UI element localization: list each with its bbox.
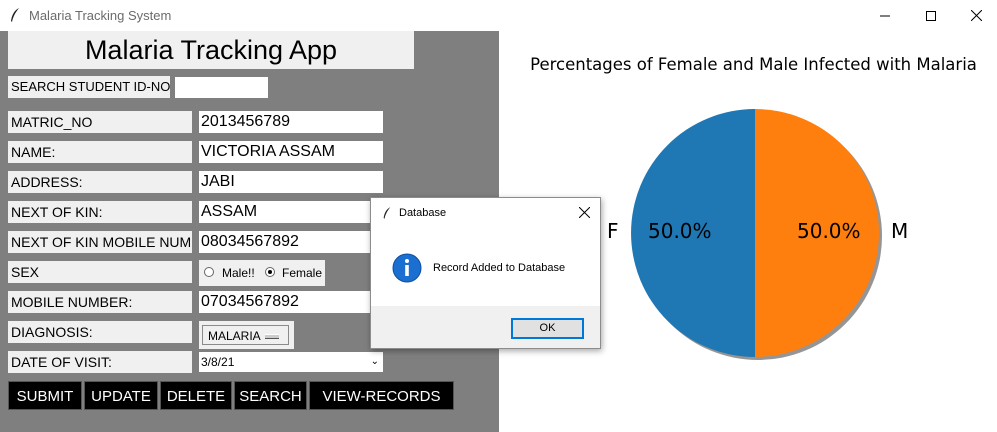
maximize-button[interactable] bbox=[908, 0, 954, 31]
dialog-footer: OK bbox=[371, 306, 600, 348]
minimize-button[interactable] bbox=[862, 0, 908, 31]
search-label: SEARCH STUDENT ID-NO bbox=[8, 76, 170, 98]
delete-button[interactable]: DELETE bbox=[160, 381, 232, 410]
male-radio-label: Male!! bbox=[222, 266, 255, 280]
option-menu-indicator-icon bbox=[265, 334, 279, 339]
female-radio[interactable] bbox=[265, 267, 275, 277]
submit-button[interactable]: SUBMIT bbox=[8, 381, 82, 410]
sex-radio-group: Male!! Female bbox=[199, 260, 325, 286]
date-value: 3/8/21 bbox=[201, 355, 235, 369]
pie-slice-label-m: 50.0% bbox=[797, 219, 861, 243]
diagnosis-value: MALARIA bbox=[208, 329, 261, 343]
address-input[interactable]: JABI bbox=[199, 171, 383, 193]
address-label: ADDRESS: bbox=[8, 171, 192, 193]
close-icon bbox=[578, 206, 590, 218]
pie-category-f: F bbox=[607, 219, 619, 243]
window-titlebar: Malaria Tracking System bbox=[0, 0, 997, 31]
diagnosis-dropdown[interactable]: MALARIA bbox=[202, 325, 289, 345]
next-of-kin-label: NEXT OF KIN: bbox=[8, 201, 192, 223]
search-button[interactable]: SEARCH bbox=[234, 381, 307, 410]
maximize-icon bbox=[926, 10, 936, 21]
view-records-button[interactable]: VIEW-RECORDS bbox=[309, 381, 454, 410]
dialog-title: Database bbox=[399, 207, 447, 219]
minimize-icon bbox=[880, 15, 890, 16]
date-label: DATE OF VISIT: bbox=[8, 351, 192, 373]
diagnosis-label: DIAGNOSIS: bbox=[8, 321, 192, 343]
mobile-label: MOBILE NUMBER: bbox=[8, 291, 192, 313]
sex-label: SEX bbox=[8, 261, 192, 283]
app-title: Malaria Tracking App bbox=[8, 31, 414, 69]
chevron-down-icon: ⌄ bbox=[370, 356, 379, 367]
info-icon bbox=[392, 253, 422, 283]
matric-label: MATRIC_NO bbox=[8, 111, 192, 133]
diagnosis-container: MALARIA bbox=[199, 321, 294, 349]
message-dialog: Database Record Added to Database OK bbox=[370, 197, 601, 349]
name-label: NAME: bbox=[8, 141, 192, 163]
pie-slice-label-f: 50.0% bbox=[648, 219, 712, 243]
next-of-kin-input[interactable]: ASSAM bbox=[199, 201, 383, 223]
female-radio-label: Female bbox=[282, 266, 323, 280]
pie-category-m: M bbox=[891, 219, 909, 243]
close-button[interactable] bbox=[953, 0, 997, 31]
dialog-close-button[interactable] bbox=[570, 200, 598, 224]
mobile-input[interactable]: 07034567892 bbox=[199, 291, 383, 313]
date-picker[interactable]: 3/8/21 ⌄ bbox=[199, 352, 383, 372]
feather-icon bbox=[383, 207, 391, 219]
feather-icon bbox=[11, 8, 19, 22]
name-input[interactable]: VICTORIA ASSAM bbox=[199, 141, 383, 163]
window-title: Malaria Tracking System bbox=[29, 8, 172, 23]
matric-input[interactable]: 2013456789 bbox=[199, 111, 383, 133]
male-radio[interactable] bbox=[204, 267, 214, 277]
search-input[interactable] bbox=[175, 77, 268, 98]
next-of-kin-mobile-input[interactable]: 08034567892 bbox=[199, 231, 383, 253]
close-icon bbox=[970, 10, 982, 21]
dialog-message: Record Added to Database bbox=[433, 262, 566, 274]
ok-button[interactable]: OK bbox=[511, 318, 584, 339]
update-button[interactable]: UPDATE bbox=[84, 381, 158, 410]
chart-title: Percentages of Female and Male Infected … bbox=[530, 55, 977, 74]
next-of-kin-mobile-label: NEXT OF KIN MOBILE NUMBER: bbox=[8, 231, 192, 253]
